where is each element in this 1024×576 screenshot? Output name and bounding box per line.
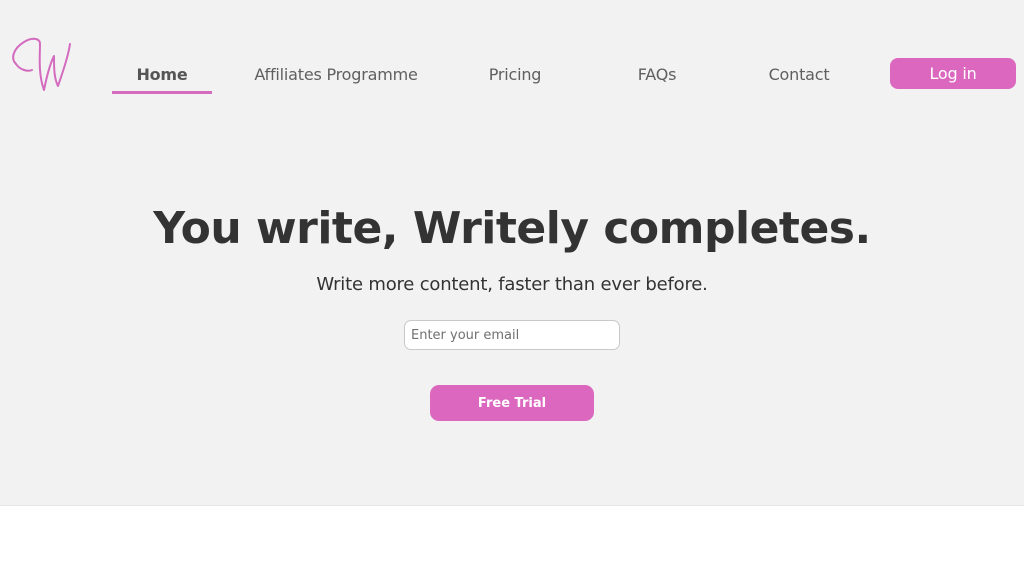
- free-trial-button[interactable]: Free Trial: [430, 385, 594, 421]
- hero-headline: You write, Writely completes.: [153, 203, 871, 254]
- hero-section: Home Affiliates Programme Pricing FAQs C…: [0, 0, 1024, 506]
- below-hero-section: [0, 507, 1024, 576]
- writely-logo-icon[interactable]: [10, 34, 76, 94]
- hero-subline: Write more content, faster than ever bef…: [316, 274, 708, 295]
- nav-active-indicator: [112, 91, 212, 94]
- login-button[interactable]: Log in: [890, 58, 1016, 89]
- nav-contact[interactable]: Contact: [754, 64, 844, 86]
- nav-faqs[interactable]: FAQs: [617, 64, 697, 86]
- email-input[interactable]: [404, 320, 620, 350]
- nav-affiliates-programme[interactable]: Affiliates Programme: [246, 64, 426, 86]
- nav-home[interactable]: Home: [112, 64, 212, 86]
- nav-pricing[interactable]: Pricing: [470, 64, 560, 86]
